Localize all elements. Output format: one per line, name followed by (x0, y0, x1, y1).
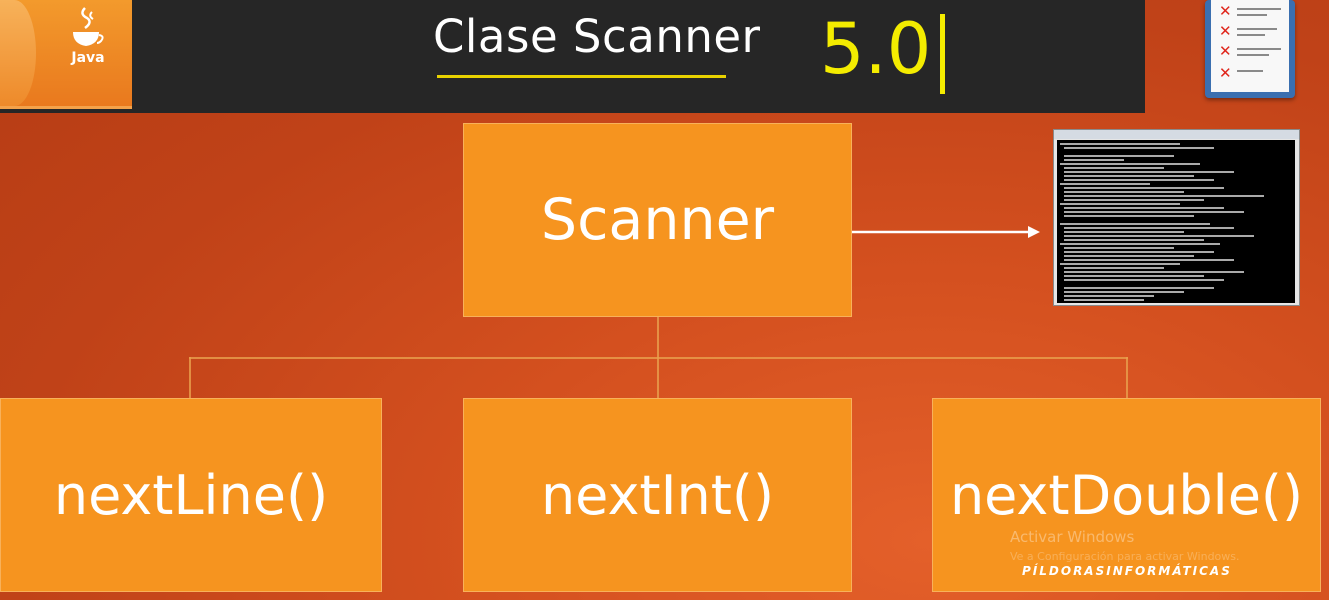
checklist-line (1237, 48, 1281, 50)
connector-vertical (657, 317, 659, 357)
console-text-line (1064, 175, 1194, 177)
arrow-right-icon (852, 226, 1040, 238)
console-text-line (1064, 271, 1244, 273)
connector-middle (657, 357, 659, 398)
console-text-line (1060, 223, 1210, 225)
checklist-line (1237, 70, 1263, 72)
console-text-line (1064, 171, 1234, 173)
checklist-clipboard-icon: ✕ ✕ ✕ ✕ (1205, 0, 1295, 98)
console-text-line (1064, 255, 1194, 257)
console-text-line (1064, 267, 1164, 269)
brand-watermark: PÍLDORASINFORMÁTICAS (1022, 564, 1232, 578)
title-underline (437, 75, 726, 78)
cross-mark-icon: ✕ (1219, 42, 1232, 60)
slide-title: Clase Scanner (433, 10, 761, 63)
text-cursor (940, 14, 945, 94)
console-text-line (1060, 203, 1180, 205)
console-text-line (1064, 291, 1184, 293)
console-text-line (1064, 179, 1214, 181)
activation-watermark-subtitle: Ve a Configuración para activar Windows. (1010, 550, 1240, 563)
console-text-line (1064, 259, 1234, 261)
logo-wave-decoration (0, 0, 36, 106)
console-text-line (1060, 143, 1180, 145)
console-text-line (1064, 187, 1224, 189)
console-text-line (1064, 295, 1154, 297)
console-text-line (1064, 211, 1244, 213)
activation-watermark-title: Activar Windows (1010, 528, 1135, 546)
console-text-line (1060, 183, 1150, 185)
checklist-line (1237, 28, 1277, 30)
method-box-nextint: nextInt() (463, 398, 852, 592)
connector-left (189, 357, 191, 398)
version-label: 5.0 (820, 8, 932, 90)
scanner-class-box: Scanner (463, 123, 852, 317)
clipboard-paper: ✕ ✕ ✕ ✕ (1211, 0, 1289, 92)
console-titlebar (1054, 130, 1299, 139)
console-text-line (1064, 247, 1174, 249)
cross-mark-icon: ✕ (1219, 64, 1232, 82)
console-text-line (1064, 251, 1214, 253)
console-text-line (1064, 155, 1174, 157)
console-text-line (1060, 243, 1220, 245)
cross-mark-icon: ✕ (1219, 2, 1232, 20)
checklist-line (1237, 34, 1265, 36)
cross-mark-icon: ✕ (1219, 22, 1232, 40)
console-text-line (1064, 239, 1204, 241)
java-logo-icon: Java (0, 0, 132, 109)
checklist-line (1237, 54, 1269, 56)
method-box-nextline: nextLine() (0, 398, 382, 592)
console-screen (1057, 140, 1295, 303)
console-text-line (1064, 275, 1204, 277)
console-text-line (1064, 159, 1124, 161)
console-text-line (1064, 147, 1214, 149)
console-text-line (1060, 263, 1180, 265)
console-text-line (1060, 163, 1200, 165)
console-text-line (1064, 191, 1184, 193)
console-text-line (1064, 167, 1164, 169)
connector-right (1126, 357, 1128, 398)
console-text-line (1064, 195, 1264, 197)
console-text-line (1064, 215, 1194, 217)
console-text-line (1064, 227, 1234, 229)
coffee-cup-icon (73, 7, 104, 46)
console-text-line (1064, 235, 1254, 237)
command-console-thumbnail (1053, 129, 1300, 306)
console-text-line (1064, 299, 1144, 301)
console-text-line (1064, 199, 1204, 201)
console-text-line (1064, 231, 1184, 233)
checklist-line (1237, 14, 1267, 16)
console-text-line (1064, 279, 1224, 281)
checklist-line (1237, 8, 1281, 10)
console-text-line (1064, 207, 1224, 209)
console-text-line (1064, 287, 1214, 289)
java-logo-label: Java (71, 50, 105, 66)
header-bar: Java Clase Scanner 5.0 (0, 0, 1145, 113)
